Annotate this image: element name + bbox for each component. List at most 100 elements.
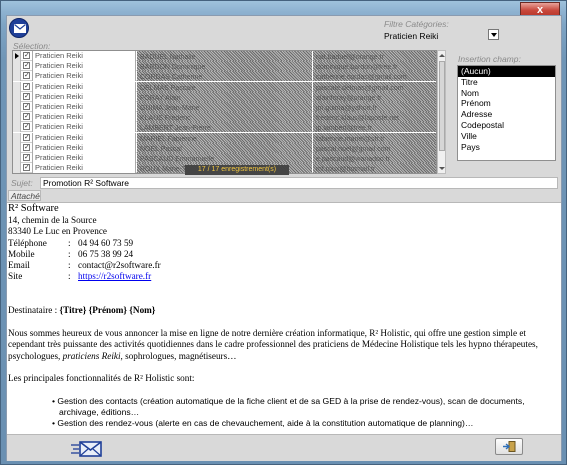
row-name-text: PASCAUD Emmanuelle	[140, 156, 215, 163]
insert-field-option[interactable]: Nom	[458, 88, 555, 99]
site-sep: :	[68, 271, 71, 282]
insert-field-label: Insertion champ:	[458, 54, 521, 64]
row-category: Praticien Reiki	[32, 112, 136, 123]
row-email-text: pascal.noel@gmail.com	[316, 145, 391, 153]
row-category: Praticien Reiki	[32, 142, 136, 153]
insert-field-option[interactable]: Adresse	[458, 109, 555, 120]
row-checkbox[interactable]: ✓	[23, 113, 30, 121]
filter-label: Filtre Catégories:	[384, 19, 449, 29]
scroll-thumb[interactable]	[439, 61, 445, 151]
send-mail-icon[interactable]	[71, 440, 103, 458]
row-category: Praticien Reiki	[32, 163, 136, 173]
row-email-text: fabienne.mariel@sfr.fr	[316, 135, 385, 143]
row-email: e.pascaud@wanadoo.fr	[313, 153, 436, 163]
table-row[interactable]: ✓ Praticien Reiki NOEL Pascal pascal.noel@g…	[13, 142, 436, 153]
row-name: BARDON Dominique	[137, 61, 312, 72]
exit-door-icon	[503, 441, 516, 452]
row-selector[interactable]	[13, 112, 21, 123]
row-checkbox[interactable]: ✓	[23, 154, 30, 161]
row-selector[interactable]	[13, 122, 21, 133]
insert-field-option[interactable]: Pays	[458, 142, 555, 153]
filter-select-value[interactable]: Praticien Reiki	[384, 31, 438, 41]
phone-label: Téléphone	[8, 237, 47, 248]
row-selector[interactable]	[13, 71, 21, 82]
row-selector[interactable]	[13, 51, 21, 61]
exit-button[interactable]	[495, 438, 523, 455]
row-selector[interactable]	[13, 61, 21, 72]
mobile-sep: :	[68, 248, 71, 259]
row-checkbox[interactable]: ✓	[23, 52, 30, 59]
row-selector[interactable]	[13, 91, 21, 102]
message-body-editor[interactable]: R² Software 14, chemin de la Source 8334…	[7, 202, 561, 435]
row-name-text: GUIMA Jean-Marie	[140, 105, 200, 112]
row-category: Praticien Reiki	[32, 71, 136, 82]
table-row[interactable]: ✓ Praticien Reiki PASCAUD Emmanuelle e.pasc…	[13, 153, 436, 163]
feature-bullet-2-text: Gestion des rendez-vous (alerte en cas d…	[57, 418, 474, 429]
feature-bullet-2: • Gestion des rendez-vous (alerte en cas…	[52, 418, 474, 429]
insert-field-option[interactable]: Codepostal	[458, 120, 555, 131]
row-email-text: mt.roux@hotmail.fr	[316, 166, 376, 174]
row-name-text: MARIEL Fabienne	[140, 135, 197, 143]
intro-text-italic: praticiens Reiki	[62, 350, 121, 361]
row-checkbox[interactable]: ✓	[23, 164, 30, 172]
insert-field-option[interactable]: Ville	[458, 131, 555, 142]
table-row[interactable]: ✓ Praticien Reiki KLAUS Frederic frederic.k…	[13, 112, 436, 123]
filter-dropdown-button[interactable]	[488, 29, 499, 40]
row-selector[interactable]	[13, 142, 21, 153]
row-email: jp.lambert@free.fr	[313, 122, 436, 133]
table-row[interactable]: ✓ Praticien Reiki MARIEL Fabienne fabienne.…	[13, 132, 436, 143]
row-checkbox[interactable]: ✓	[23, 123, 30, 131]
table-row[interactable]: ✓ Praticien Reiki BADUEL Nathalie nat.badue…	[13, 51, 436, 61]
row-selector[interactable]	[13, 102, 21, 112]
row-checkbox[interactable]: ✓	[23, 143, 30, 151]
table-row[interactable]: ✓ Praticien Reiki BARDON Dominique dominiqu…	[13, 61, 436, 72]
row-checkbox[interactable]: ✓	[23, 82, 30, 90]
table-row[interactable]: ✓ Praticien Reiki LAMBERT Jean-Pierre jp.la…	[13, 122, 436, 133]
row-name: NOEL Pascal	[137, 142, 312, 153]
row-selector[interactable]	[13, 153, 21, 163]
row-category: Praticien Reiki	[32, 153, 136, 163]
recipients-grid[interactable]: ✓ Praticien Reiki BADUEL Nathalie nat.badue…	[12, 50, 437, 174]
attachment-tab[interactable]: Attaché	[8, 190, 41, 201]
scroll-down-icon[interactable]	[439, 167, 445, 170]
row-email-text: e.pascaud@wanadoo.fr	[316, 156, 391, 163]
table-row[interactable]: ✓ Praticien Reiki GUIMA Jean-Marie jm.guima…	[13, 102, 436, 112]
brand-name: R² Software	[8, 203, 59, 214]
row-email: pascale.delmas@gmail.com	[313, 81, 436, 92]
email-line: Email: contact@r2software.fr	[8, 260, 561, 271]
row-checkbox[interactable]: ✓	[23, 103, 30, 110]
row-checkbox[interactable]: ✓	[23, 133, 30, 141]
intro-paragraph: Nous sommes heureux de vous annoncer la …	[8, 328, 561, 362]
row-checkbox[interactable]: ✓	[23, 62, 30, 70]
row-checkbox[interactable]: ✓	[23, 72, 30, 80]
table-row[interactable]: ✓ Praticien Reiki DELMAS Pascale pascale.de…	[13, 81, 436, 92]
insert-field-listbox[interactable]: (Aucun) Titre Nom Prénom Adresse Codepostal Vi…	[457, 65, 556, 161]
row-category: Praticien Reiki	[32, 102, 136, 112]
address-line-2: 83340 Le Luc en Provence	[8, 226, 107, 237]
insert-field-option[interactable]: Titre	[458, 77, 555, 88]
scroll-up-icon[interactable]	[439, 54, 445, 57]
table-row[interactable]: ✓ Praticien Reiki FORAY Alain alainforay@or…	[13, 91, 436, 102]
row-email-text: pascale.delmas@gmail.com	[316, 84, 404, 92]
row-checkbox[interactable]: ✓	[23, 92, 30, 100]
subject-input[interactable]: Promotion R² Software	[40, 177, 558, 189]
site-link[interactable]: https://r2software.fr	[78, 271, 151, 281]
mobile-value: 06 75 38 99 24	[78, 248, 134, 259]
table-row[interactable]: ✓ Praticien Reiki CORDAS Catherine catherin…	[13, 71, 436, 82]
row-selector[interactable]	[13, 81, 21, 92]
insert-field-option[interactable]: (Aucun)	[458, 66, 555, 77]
row-selector[interactable]	[13, 163, 21, 173]
envelope-icon	[9, 18, 29, 38]
row-name-text: BADUEL Nathalie	[140, 54, 196, 61]
row-selector[interactable]	[13, 132, 21, 143]
row-email-text: jm.guima@yahoo.fr	[316, 105, 377, 112]
row-category: Praticien Reiki	[32, 91, 136, 102]
row-email-text: alainforay@orange.fr	[316, 94, 382, 102]
row-name: PASCAUD Emmanuelle	[137, 153, 312, 163]
site-line: Site: https://r2software.fr	[8, 271, 561, 282]
row-email-text: jp.lambert@free.fr	[316, 125, 373, 133]
insert-field-option[interactable]: Prénom	[458, 98, 555, 109]
mobile-label: Mobile	[8, 248, 35, 259]
row-name: CORDAS Catherine	[137, 71, 312, 82]
grid-vertical-scrollbar[interactable]	[437, 50, 446, 174]
